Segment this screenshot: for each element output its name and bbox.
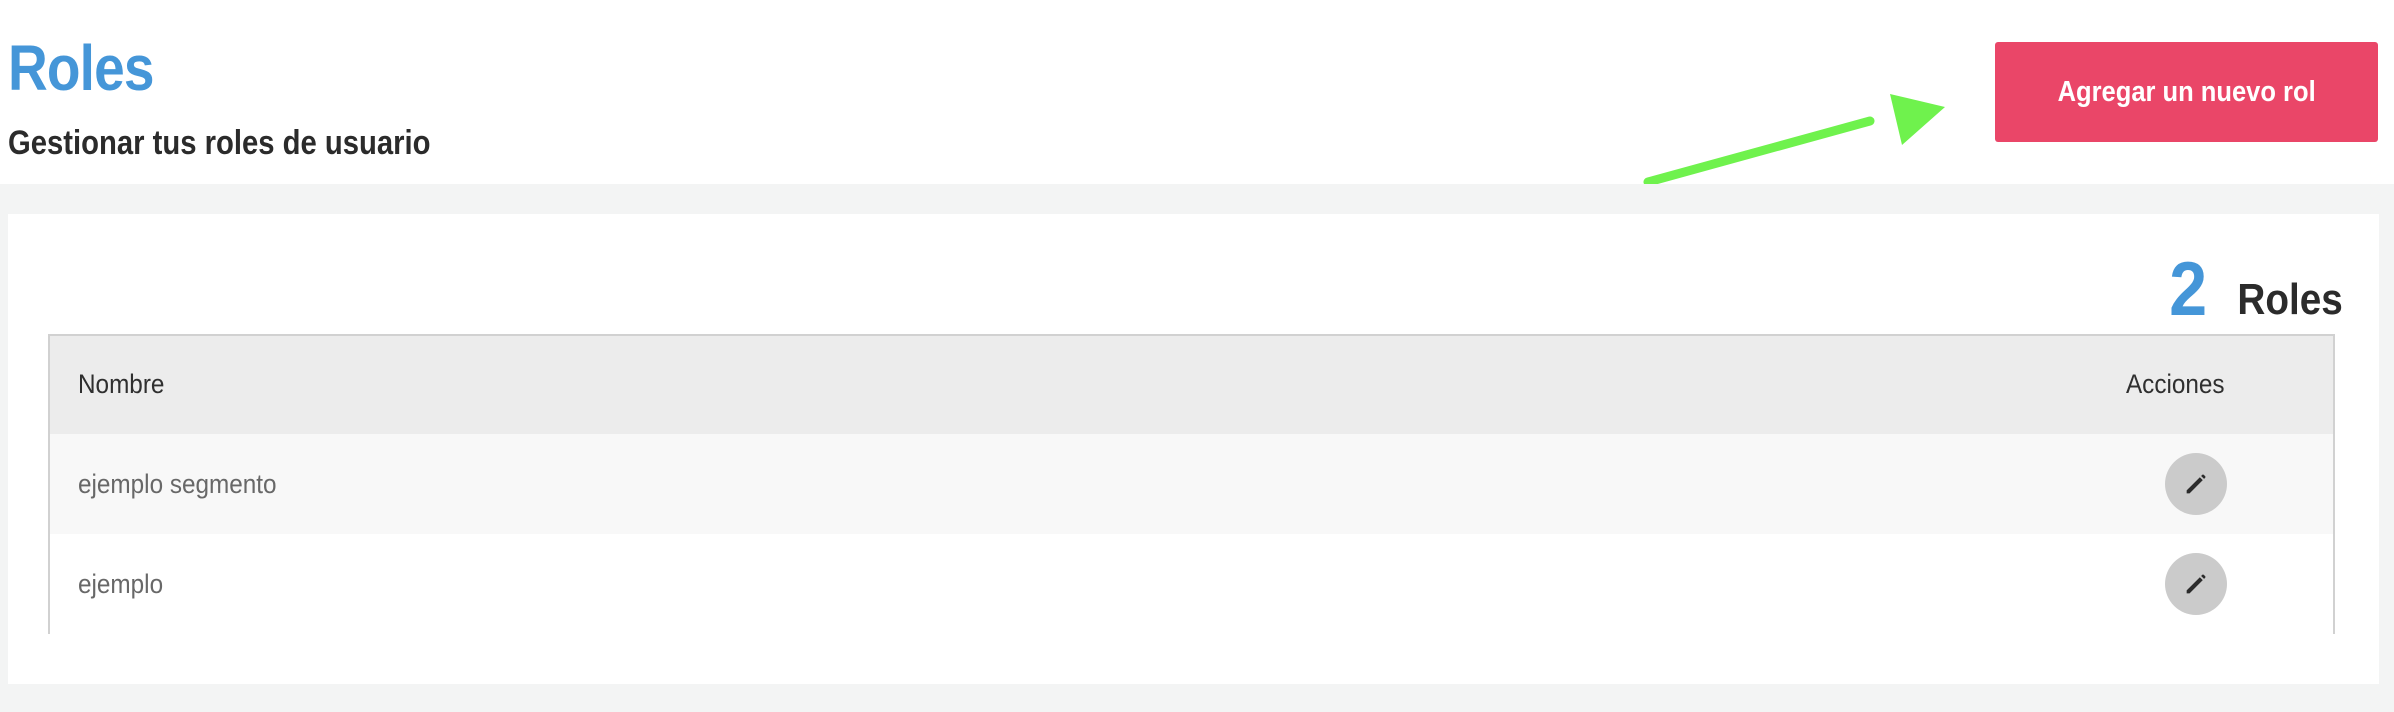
page-subtitle: Gestionar tus roles de usuario [8, 124, 431, 162]
table-row: ejemplo [50, 534, 2333, 634]
role-name: ejemplo [78, 569, 164, 599]
role-name: ejemplo segmento [78, 469, 277, 499]
roles-count-label: Roles [2237, 275, 2343, 324]
roles-table: Nombre Acciones ejemplo segmento ejemplo [48, 334, 2335, 634]
roles-count: 2 Roles [2167, 244, 2343, 328]
page-header: Roles Gestionar tus roles de usuario Agr… [0, 0, 2394, 187]
edit-role-button[interactable] [2165, 453, 2227, 515]
roles-page: Roles Gestionar tus roles de usuario Agr… [0, 0, 2394, 712]
roles-panel: 2 Roles Nombre Acciones ejemplo segmento… [8, 214, 2379, 684]
edit-role-button[interactable] [2165, 553, 2227, 615]
add-new-role-button[interactable]: Agregar un nuevo rol [1995, 42, 2378, 142]
pencil-icon [2186, 574, 2206, 594]
column-header-name: Nombre [78, 369, 165, 399]
column-header-actions: Acciones [2126, 369, 2225, 399]
pencil-icon [2186, 474, 2206, 494]
roles-count-number: 2 [2169, 247, 2208, 332]
add-new-role-button-label: Agregar un nuevo rol [2057, 75, 2316, 108]
page-title: Roles [8, 32, 154, 104]
table-row: ejemplo segmento [50, 434, 2333, 534]
table-header: Nombre Acciones [50, 336, 2333, 434]
